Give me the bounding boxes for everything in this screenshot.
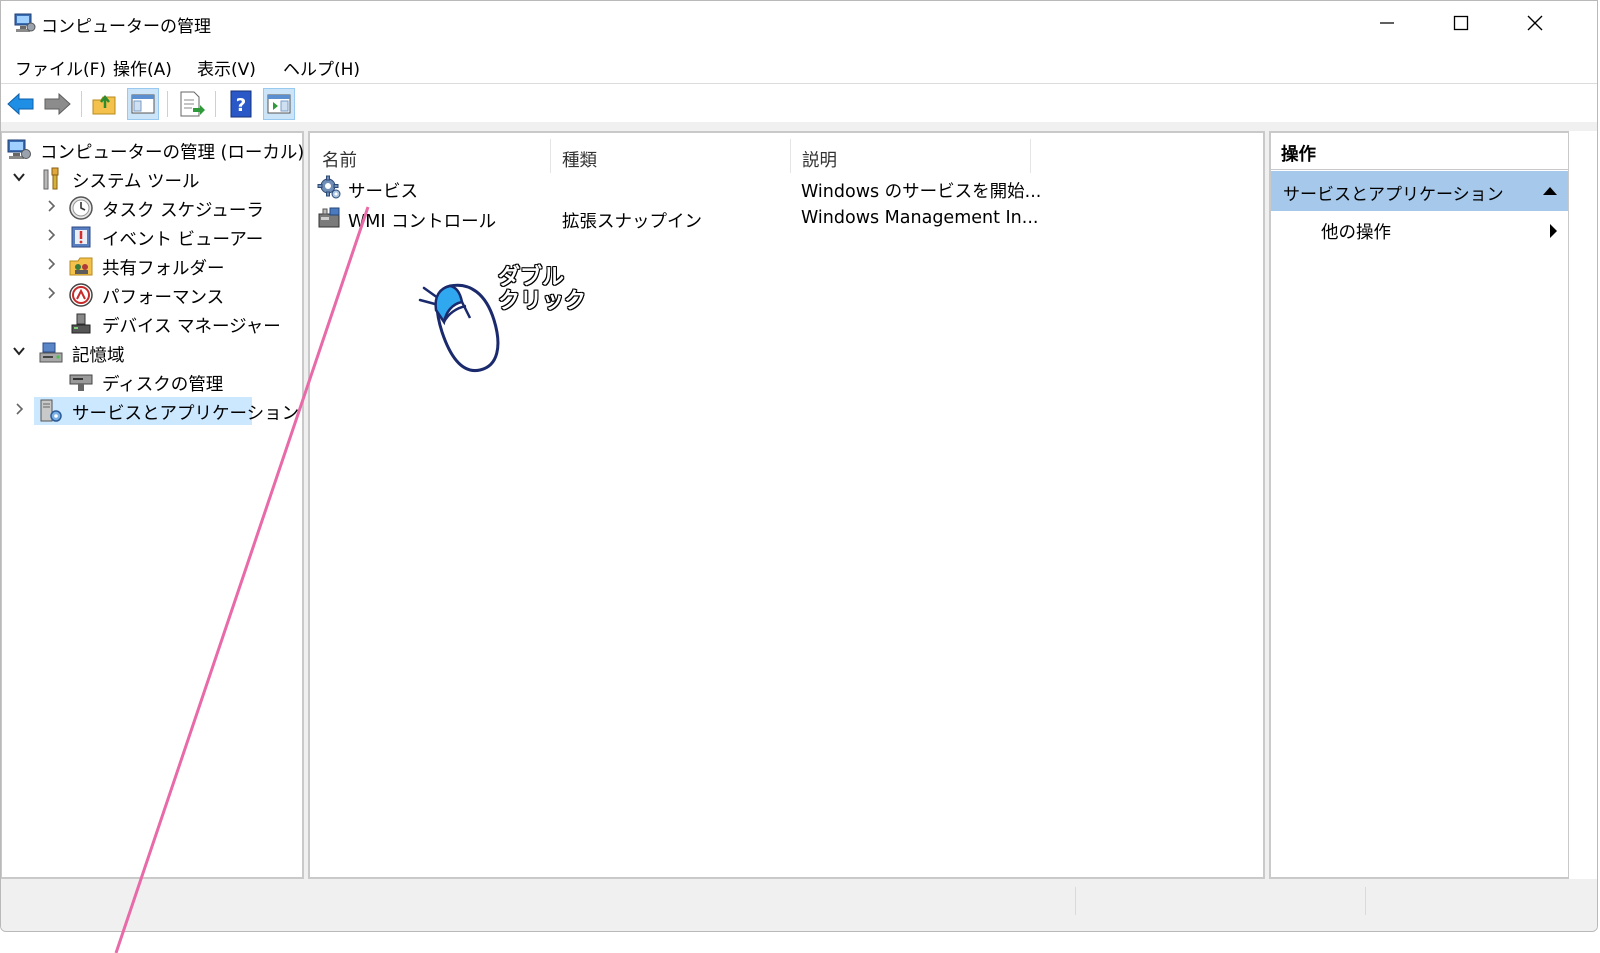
annotation-callout-line <box>114 206 370 953</box>
annotation-text-double: ダブル <box>498 265 565 290</box>
annotation-text-click: クリック <box>498 289 587 314</box>
